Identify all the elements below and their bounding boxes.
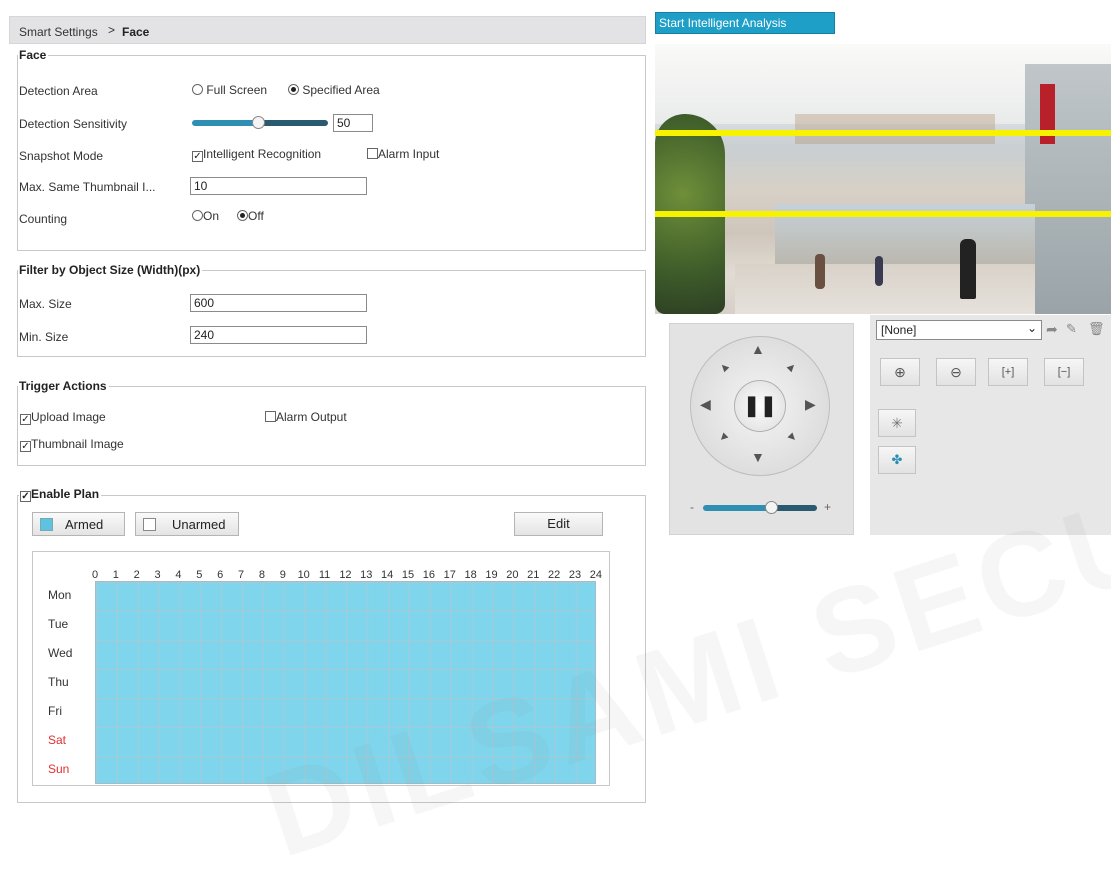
breadcrumb: Smart Settings > Face [9, 16, 646, 44]
unarmed-button[interactable]: Unarmed [135, 512, 239, 536]
speed-slider-track[interactable] [703, 505, 817, 511]
day-label: Sat [48, 733, 67, 747]
snapshot-mode-label: Snapshot Mode [19, 149, 104, 163]
thumbnail-image-checkbox[interactable]: ✓Thumbnail Image [20, 437, 124, 452]
hour-label: 0 [91, 569, 99, 581]
breadcrumb-separator: > [108, 23, 116, 37]
start-analysis-button[interactable]: Start Intelligent Analysis [655, 12, 835, 34]
zoom-minus-label: - [690, 500, 694, 514]
counting-off-radio[interactable]: Off [237, 209, 264, 223]
day-label: Mon [48, 588, 72, 602]
detection-line-bottom[interactable] [655, 211, 1111, 217]
edit-button[interactable]: Edit [514, 512, 603, 536]
arrow-left-icon[interactable]: ◀ [700, 396, 711, 413]
max-thumbnail-label: Max. Same Thumbnail I... [19, 180, 156, 194]
full-screen-radio[interactable]: Full Screen [192, 83, 267, 97]
hour-label: 11 [318, 569, 331, 581]
hour-label: 22 [548, 569, 561, 581]
specified-area-radio[interactable]: Specified Area [288, 83, 380, 97]
day-label: Tue [48, 617, 69, 631]
trigger-legend: Trigger Actions [18, 379, 109, 393]
trigger-section [17, 386, 646, 466]
day-label: Wed [48, 646, 73, 660]
hour-label: 19 [485, 569, 498, 581]
day-label: Fri [48, 704, 62, 718]
hour-label: 3 [154, 569, 161, 581]
alarm-input-checkbox[interactable]: Alarm Input [367, 147, 439, 161]
hour-label: 10 [297, 569, 310, 581]
arrow-up-icon[interactable]: ▲ [751, 341, 765, 357]
snowflake-icon[interactable]: ✳ [878, 409, 916, 437]
focus-far-icon[interactable]: [−] [1044, 358, 1084, 386]
hour-label: 20 [506, 569, 519, 581]
hour-label: 6 [217, 569, 224, 581]
counting-on-radio[interactable]: On [192, 209, 219, 223]
hour-label: 18 [464, 569, 477, 581]
hour-label: 24 [589, 569, 602, 581]
intelligent-recognition-checkbox[interactable]: ✓Intelligent Recognition [192, 147, 321, 162]
breadcrumb-current: Face [122, 25, 150, 39]
hour-label: 16 [422, 569, 436, 581]
hour-label: 21 [527, 569, 540, 581]
edit-pencil-icon[interactable]: ✎ [1066, 321, 1077, 337]
hour-label: 2 [133, 569, 140, 581]
breadcrumb-parent[interactable]: Smart Settings [19, 25, 98, 39]
face-legend: Face [18, 48, 49, 62]
filter-legend: Filter by Object Size (Width)(px) [18, 263, 203, 277]
detection-line-top[interactable] [655, 130, 1111, 136]
unarmed-swatch [143, 518, 156, 531]
day-label: Thu [48, 675, 69, 689]
hour-label: 15 [401, 569, 415, 581]
alarm-output-checkbox[interactable]: Alarm Output [265, 410, 347, 424]
max-size-label: Max. Size [19, 297, 72, 311]
schedule-cells[interactable] [95, 581, 596, 784]
hour-label: 7 [238, 569, 245, 581]
lens-init-icon[interactable]: ✤ [878, 446, 916, 474]
min-size-input[interactable]: 240 [190, 326, 367, 344]
detection-area-label: Detection Area [19, 84, 98, 98]
speed-slider-handle[interactable] [765, 501, 778, 514]
hour-label: 4 [175, 569, 182, 581]
hour-label: 5 [196, 569, 203, 581]
hour-label: 13 [360, 569, 373, 581]
max-thumbnail-input[interactable]: 10 [190, 177, 367, 195]
zoom-in-icon[interactable]: ⊕ [880, 358, 920, 386]
arrow-down-icon[interactable]: ▼ [751, 449, 765, 465]
focus-near-icon[interactable]: [+] [988, 358, 1028, 386]
hour-label: 17 [443, 569, 456, 581]
sensitivity-value-input[interactable]: 50 [333, 114, 373, 132]
hour-label: 12 [339, 569, 352, 581]
armed-swatch [40, 518, 53, 531]
pause-icon[interactable]: ❚❚ [734, 380, 786, 432]
arrow-right-icon[interactable]: ▶ [805, 396, 816, 413]
max-size-input[interactable]: 600 [190, 294, 367, 312]
counting-label: Counting [19, 212, 68, 226]
enable-plan-checkbox[interactable]: ✓Enable Plan [19, 487, 102, 502]
detection-sensitivity-label: Detection Sensitivity [19, 117, 128, 131]
armed-button[interactable]: Armed [32, 512, 125, 536]
hour-label: 23 [568, 569, 582, 581]
preset-select[interactable]: [None] ⌄ [876, 320, 1042, 340]
goto-preset-icon[interactable]: ➦ [1046, 321, 1058, 338]
hour-label: 9 [279, 569, 286, 581]
hour-label: 14 [381, 569, 394, 581]
video-preview[interactable] [655, 44, 1111, 314]
delete-icon[interactable]: 🗑 [1088, 321, 1105, 337]
sensitivity-slider-handle[interactable] [252, 116, 265, 129]
hour-label: 1 [112, 569, 119, 581]
chevron-down-icon: ⌄ [1026, 321, 1037, 335]
min-size-label: Min. Size [19, 330, 69, 344]
hour-label: 8 [258, 569, 266, 581]
zoom-out-icon[interactable]: ⊖ [936, 358, 976, 386]
day-label: Sun [48, 762, 70, 776]
upload-image-checkbox[interactable]: ✓Upload Image [20, 410, 106, 425]
zoom-plus-label: + [824, 500, 832, 514]
